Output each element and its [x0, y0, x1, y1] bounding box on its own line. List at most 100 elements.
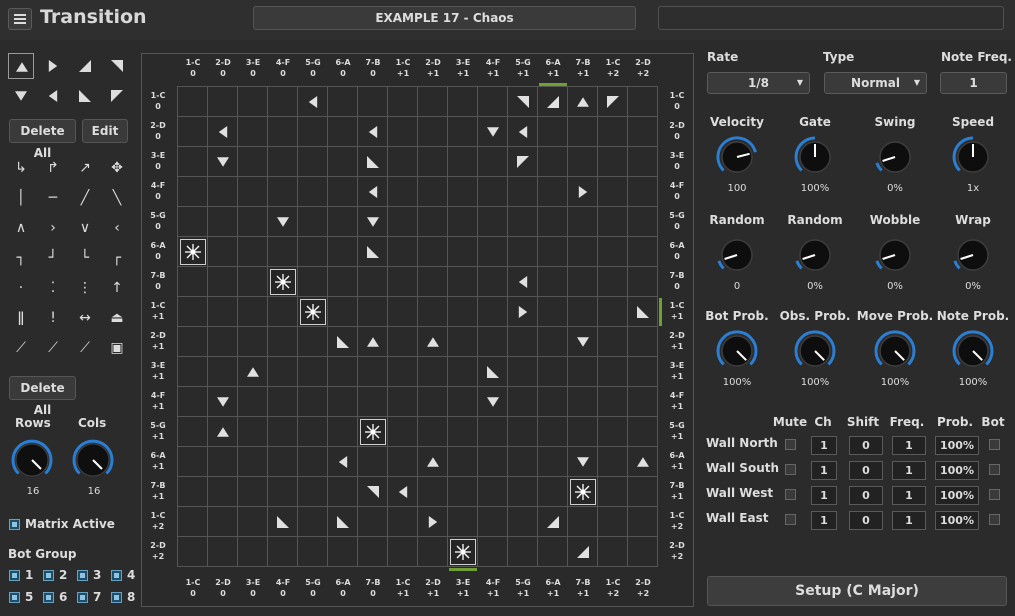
grid-cell[interactable]	[358, 507, 388, 537]
grid-cell[interactable]	[208, 507, 238, 537]
grid-cell[interactable]	[178, 387, 208, 417]
grid-cell[interactable]	[418, 177, 448, 207]
grid-cell[interactable]	[538, 87, 568, 117]
grid-cell[interactable]	[358, 117, 388, 147]
palette-arrow-up-left-icon[interactable]	[104, 83, 130, 109]
grid-cell[interactable]	[478, 177, 508, 207]
grid-cell[interactable]	[568, 147, 598, 177]
grid-cell[interactable]	[268, 177, 298, 207]
grid-cell[interactable]	[268, 447, 298, 477]
grid-cell[interactable]	[568, 477, 598, 507]
grid-cell[interactable]	[298, 357, 328, 387]
grid-cell[interactable]	[178, 477, 208, 507]
palette-tool-icon[interactable]: ‹	[104, 215, 130, 241]
grid-cell[interactable]	[448, 147, 478, 177]
grid-cell[interactable]	[178, 417, 208, 447]
grid-cell[interactable]	[538, 117, 568, 147]
palette-tool-icon[interactable]: ↔	[72, 305, 98, 331]
grid-cell[interactable]	[388, 87, 418, 117]
grid-cell[interactable]	[208, 387, 238, 417]
palette-tool-icon[interactable]: ↑	[104, 275, 130, 301]
grid-cell[interactable]	[418, 507, 448, 537]
palette-tool-icon[interactable]: ┐	[8, 245, 34, 271]
bot-group-checkbox[interactable]	[9, 570, 20, 581]
grid-cell[interactable]	[418, 147, 448, 177]
bot-group-checkbox[interactable]	[111, 592, 122, 603]
setup-button[interactable]: Setup (C Major)	[707, 576, 1007, 606]
grid-cell[interactable]	[238, 507, 268, 537]
grid-cell[interactable]	[508, 537, 538, 567]
grid-cell[interactable]	[568, 327, 598, 357]
grid-cell[interactable]	[538, 327, 568, 357]
grid-cell[interactable]	[238, 87, 268, 117]
bot-group-checkbox[interactable]	[77, 570, 88, 581]
grid-cell[interactable]	[448, 357, 478, 387]
grid-cell[interactable]	[178, 87, 208, 117]
grid-cell[interactable]	[538, 477, 568, 507]
grid-cell[interactable]	[178, 507, 208, 537]
wall-prob-field[interactable]: 100%	[935, 436, 979, 455]
wall-freq-field[interactable]: 1	[892, 511, 926, 530]
grid-cell[interactable]	[358, 237, 388, 267]
palette-arrow-right-icon[interactable]	[40, 53, 66, 79]
grid-cell[interactable]	[178, 447, 208, 477]
palette-arrow-left-icon[interactable]	[40, 83, 66, 109]
grid-cell[interactable]	[208, 537, 238, 567]
palette-tool-icon[interactable]: └	[72, 245, 98, 271]
grid-cell[interactable]	[238, 237, 268, 267]
bot-burst-icon[interactable]	[300, 299, 326, 325]
grid-cell[interactable]	[478, 507, 508, 537]
grid-cell[interactable]	[598, 207, 628, 237]
grid-cell[interactable]	[268, 507, 298, 537]
wall-ch-field[interactable]: 1	[811, 486, 837, 505]
grid-cell[interactable]	[298, 147, 328, 177]
grid-cell[interactable]	[328, 177, 358, 207]
palette-tool-icon[interactable]: ∨	[72, 215, 98, 241]
grid-cell[interactable]	[598, 267, 628, 297]
grid-cell[interactable]	[598, 297, 628, 327]
palette-tool-icon[interactable]: !	[40, 305, 66, 331]
grid-cell[interactable]	[628, 237, 658, 267]
grid-cell[interactable]	[598, 147, 628, 177]
grid-cell[interactable]	[478, 447, 508, 477]
grid-cell[interactable]	[628, 147, 658, 177]
palette-arrow-up-right-icon[interactable]	[72, 53, 98, 79]
grid-cell[interactable]	[568, 357, 598, 387]
grid-cell[interactable]	[298, 177, 328, 207]
grid-cell[interactable]	[328, 357, 358, 387]
bot-group-checkbox[interactable]	[43, 592, 54, 603]
bot-burst-icon[interactable]	[180, 239, 206, 265]
delete-all-bots-button[interactable]: Delete All	[9, 376, 76, 417]
grid-cell[interactable]	[538, 297, 568, 327]
grid-cell[interactable]	[298, 237, 328, 267]
grid-cell[interactable]	[238, 147, 268, 177]
grid-cell[interactable]	[568, 387, 598, 417]
grid-cell[interactable]	[568, 537, 598, 567]
grid-cell[interactable]	[268, 297, 298, 327]
grid-cell[interactable]	[418, 537, 448, 567]
grid-cell[interactable]	[358, 537, 388, 567]
grid-cell[interactable]	[568, 507, 598, 537]
grid-cell[interactable]	[388, 327, 418, 357]
grid-cell[interactable]	[328, 507, 358, 537]
grid-cell[interactable]	[448, 87, 478, 117]
grid-cell[interactable]	[568, 177, 598, 207]
grid-cell[interactable]	[358, 417, 388, 447]
grid-cell[interactable]	[298, 207, 328, 237]
grid-cell[interactable]	[298, 297, 328, 327]
grid-cell[interactable]	[268, 117, 298, 147]
grid-cell[interactable]	[388, 297, 418, 327]
grid-cell[interactable]	[508, 177, 538, 207]
grid-cell[interactable]	[298, 447, 328, 477]
grid-cell[interactable]	[238, 327, 268, 357]
palette-tool-icon[interactable]: ›	[40, 215, 66, 241]
grid-cell[interactable]	[538, 237, 568, 267]
grid-cell[interactable]	[178, 297, 208, 327]
grid-cell[interactable]	[208, 207, 238, 237]
grid-cell[interactable]	[478, 117, 508, 147]
grid-cell[interactable]	[268, 267, 298, 297]
grid-cell[interactable]	[568, 297, 598, 327]
grid-cell[interactable]	[328, 327, 358, 357]
grid-cell[interactable]	[178, 237, 208, 267]
grid-cell[interactable]	[298, 267, 328, 297]
